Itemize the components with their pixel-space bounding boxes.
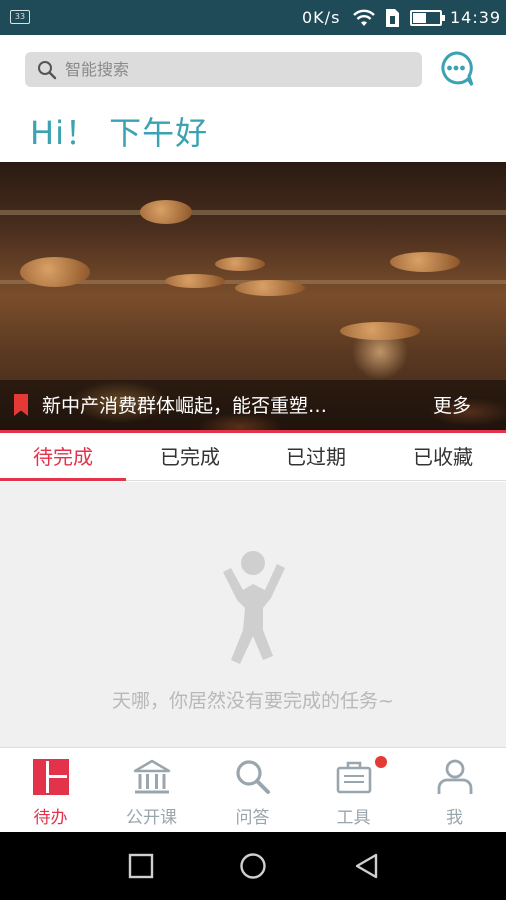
nav-todo[interactable]: 待办 xyxy=(0,748,101,833)
search-input[interactable] xyxy=(65,52,405,87)
search-icon xyxy=(236,760,270,794)
recent-apps-icon[interactable] xyxy=(126,851,156,881)
back-icon[interactable] xyxy=(352,851,382,881)
banner-pastry xyxy=(20,257,90,287)
nav-qa[interactable]: 问答 xyxy=(202,748,303,833)
notification-icon: 33 xyxy=(10,10,30,24)
tab-completed[interactable]: 已完成 xyxy=(127,433,253,481)
banner-pastry xyxy=(215,257,265,271)
banner-pastry xyxy=(390,252,460,272)
tab-expired[interactable]: 已过期 xyxy=(253,433,379,481)
banner-pastry xyxy=(235,280,305,296)
nav-label: 问答 xyxy=(235,808,270,828)
bookmark-icon xyxy=(14,394,28,416)
network-speed: 0K/s xyxy=(302,8,341,27)
toolbox-icon xyxy=(336,761,372,794)
todo-grid-icon xyxy=(33,759,69,795)
status-bar: 33 0K/s 14:39 xyxy=(0,0,506,35)
nav-tools[interactable]: 工具 xyxy=(303,748,404,833)
nav-label: 公开课 xyxy=(126,808,177,828)
chat-bubble-icon[interactable] xyxy=(437,50,475,88)
banner-pastry xyxy=(340,322,420,340)
nav-label: 我 xyxy=(446,808,463,828)
home-icon[interactable] xyxy=(238,851,268,881)
bank-building-icon xyxy=(133,759,171,794)
system-navigation-bar xyxy=(0,832,506,900)
bottom-navigation: 待办 公开课 问答 工具 我 xyxy=(0,747,506,832)
banner-pastry xyxy=(165,274,225,288)
more-link[interactable]: 更多 xyxy=(433,391,471,418)
wifi-icon xyxy=(353,9,375,26)
tab-pending[interactable]: 待完成 xyxy=(0,433,126,481)
active-tab-indicator xyxy=(0,478,126,481)
notification-badge xyxy=(375,756,387,768)
empty-message: 天哪，你居然没有要完成的任务~ xyxy=(112,690,394,712)
sim-card-icon xyxy=(386,9,399,27)
banner-pastry xyxy=(140,200,192,224)
nav-me[interactable]: 我 xyxy=(404,748,505,833)
news-banner[interactable]: 新中产消费群体崛起，能否重塑… 更多 xyxy=(0,162,506,430)
battery-icon xyxy=(410,10,445,26)
search-bar[interactable] xyxy=(25,52,422,87)
nav-label: 待办 xyxy=(33,808,68,828)
banner-caption: 新中产消费群体崛起，能否重塑… 更多 xyxy=(0,380,506,430)
clock: 14:39 xyxy=(450,8,502,27)
person-icon xyxy=(437,759,473,794)
empty-state: 天哪，你居然没有要完成的任务~ xyxy=(0,482,506,747)
tab-favorited[interactable]: 已收藏 xyxy=(380,433,506,481)
greeting-text: Hi！ 下午好 xyxy=(30,114,209,152)
nav-label: 工具 xyxy=(336,808,371,828)
jumping-person-icon xyxy=(223,551,285,664)
banner-shelf xyxy=(0,210,506,215)
task-tabs: 待完成 已完成 已过期 已收藏 xyxy=(0,433,506,481)
banner-headline[interactable]: 新中产消费群体崛起，能否重塑… xyxy=(42,391,360,418)
search-icon xyxy=(38,61,57,80)
nav-public-course[interactable]: 公开课 xyxy=(101,748,202,833)
